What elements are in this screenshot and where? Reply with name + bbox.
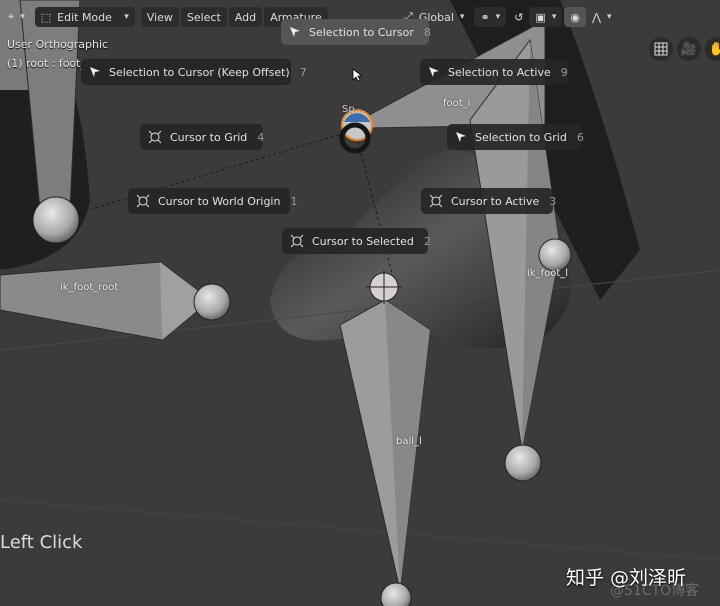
editor-type-icon: ⌖ <box>8 10 15 23</box>
chevron-down-icon: ▾ <box>495 12 501 22</box>
bone-label-partial: Sp... <box>342 104 365 115</box>
cursor-icon <box>136 194 150 208</box>
selection-arrow-icon <box>455 130 467 144</box>
bone-label-ik-foot-l: ik_foot_l <box>527 268 569 279</box>
chevron-down-icon: ▾ <box>20 12 25 22</box>
hand-icon: ✋ <box>708 41 720 57</box>
menu-view[interactable]: View <box>140 7 179 27</box>
pie-item-selection-to-cursor[interactable]: Selection to Cursor 8 <box>281 19 431 45</box>
chevron-down-icon: ▾ <box>551 12 557 22</box>
header-left: ⌖ ▾ ⬚ Edit Mode ▾ View Select Add Armatur… <box>2 6 328 28</box>
proportional-edit-toggle[interactable]: ◉ <box>564 7 586 27</box>
grid-view-button[interactable] <box>649 37 673 61</box>
object-info: (1) root : foot_l <box>7 57 90 70</box>
watermark-secondary: @51CTO博客 <box>610 583 700 599</box>
grid-icon <box>654 42 668 56</box>
snap-toggle[interactable]: ↺ <box>508 7 529 27</box>
pie-item-cursor-to-grid[interactable]: Cursor to Grid 4 <box>140 124 264 150</box>
magnet-icon: ↺ <box>514 10 524 24</box>
proportional-icon: ◉ <box>570 10 580 24</box>
view-name: User Orthographic <box>7 38 109 51</box>
chevron-down-icon: ▾ <box>606 12 612 22</box>
pie-item-selection-to-grid[interactable]: Selection to Grid 6 <box>447 124 584 150</box>
3d-viewport[interactable]: ⌖ ▾ ⬚ Edit Mode ▾ View Select Add Armatur… <box>0 0 720 606</box>
pie-item-selection-to-active[interactable]: Selection to Active 9 <box>420 59 568 85</box>
camera-icon: 🎥 <box>680 41 698 57</box>
cursor-icon <box>290 234 304 248</box>
falloff-dropdown[interactable]: ⋀ ▾ <box>586 7 618 27</box>
bone-label-ball-l: ball_l <box>396 436 422 447</box>
chevron-down-icon: ▾ <box>459 12 465 22</box>
status-text: Left Click <box>0 532 83 553</box>
scene-render <box>0 0 720 606</box>
bone-label-foot-l: foot_l <box>443 98 471 109</box>
pivot-dropdown[interactable]: ⚭ ▾ <box>474 7 507 27</box>
mode-label: Edit Mode <box>57 10 112 24</box>
pie-item-selection-to-cursor-keep-offset[interactable]: Selection to Cursor (Keep Offset) 7 <box>81 59 307 85</box>
mouse-pointer-icon <box>352 68 362 82</box>
selection-arrow-icon <box>89 65 101 79</box>
pie-item-cursor-to-active[interactable]: Cursor to Active 3 <box>421 188 556 214</box>
pie-item-cursor-to-world-origin[interactable]: Cursor to World Origin 1 <box>128 188 297 214</box>
edit-mode-icon: ⬚ <box>40 10 52 24</box>
snap-icon: ▣ <box>535 10 546 24</box>
chevron-down-icon: ▾ <box>124 12 129 22</box>
pivot-icon: ⚭ <box>480 10 490 24</box>
menu-select[interactable]: Select <box>180 7 227 27</box>
cursor-icon <box>429 194 443 208</box>
pie-item-cursor-to-selected[interactable]: Cursor to Selected 2 <box>282 228 431 254</box>
menu-add[interactable]: Add <box>228 7 263 27</box>
selection-arrow-icon <box>289 25 301 39</box>
snap-target-dropdown[interactable]: ▣ ▾ <box>529 7 563 27</box>
cursor-icon <box>148 130 162 144</box>
camera-view-button[interactable]: 🎥 <box>677 37 701 61</box>
falloff-icon: ⋀ <box>591 10 601 24</box>
header-right: ⤢ Global ▾ ⚭ ▾ ↺ ▣ ▾ ◉ ⋀ ▾ <box>398 6 618 28</box>
selection-arrow-icon <box>428 65 440 79</box>
bone-label-ik-foot-root: ik_foot_root <box>60 282 119 293</box>
mode-dropdown[interactable]: ⬚ Edit Mode ▾ <box>34 7 135 27</box>
editor-type-button[interactable]: ⌖ ▾ <box>2 7 31 27</box>
